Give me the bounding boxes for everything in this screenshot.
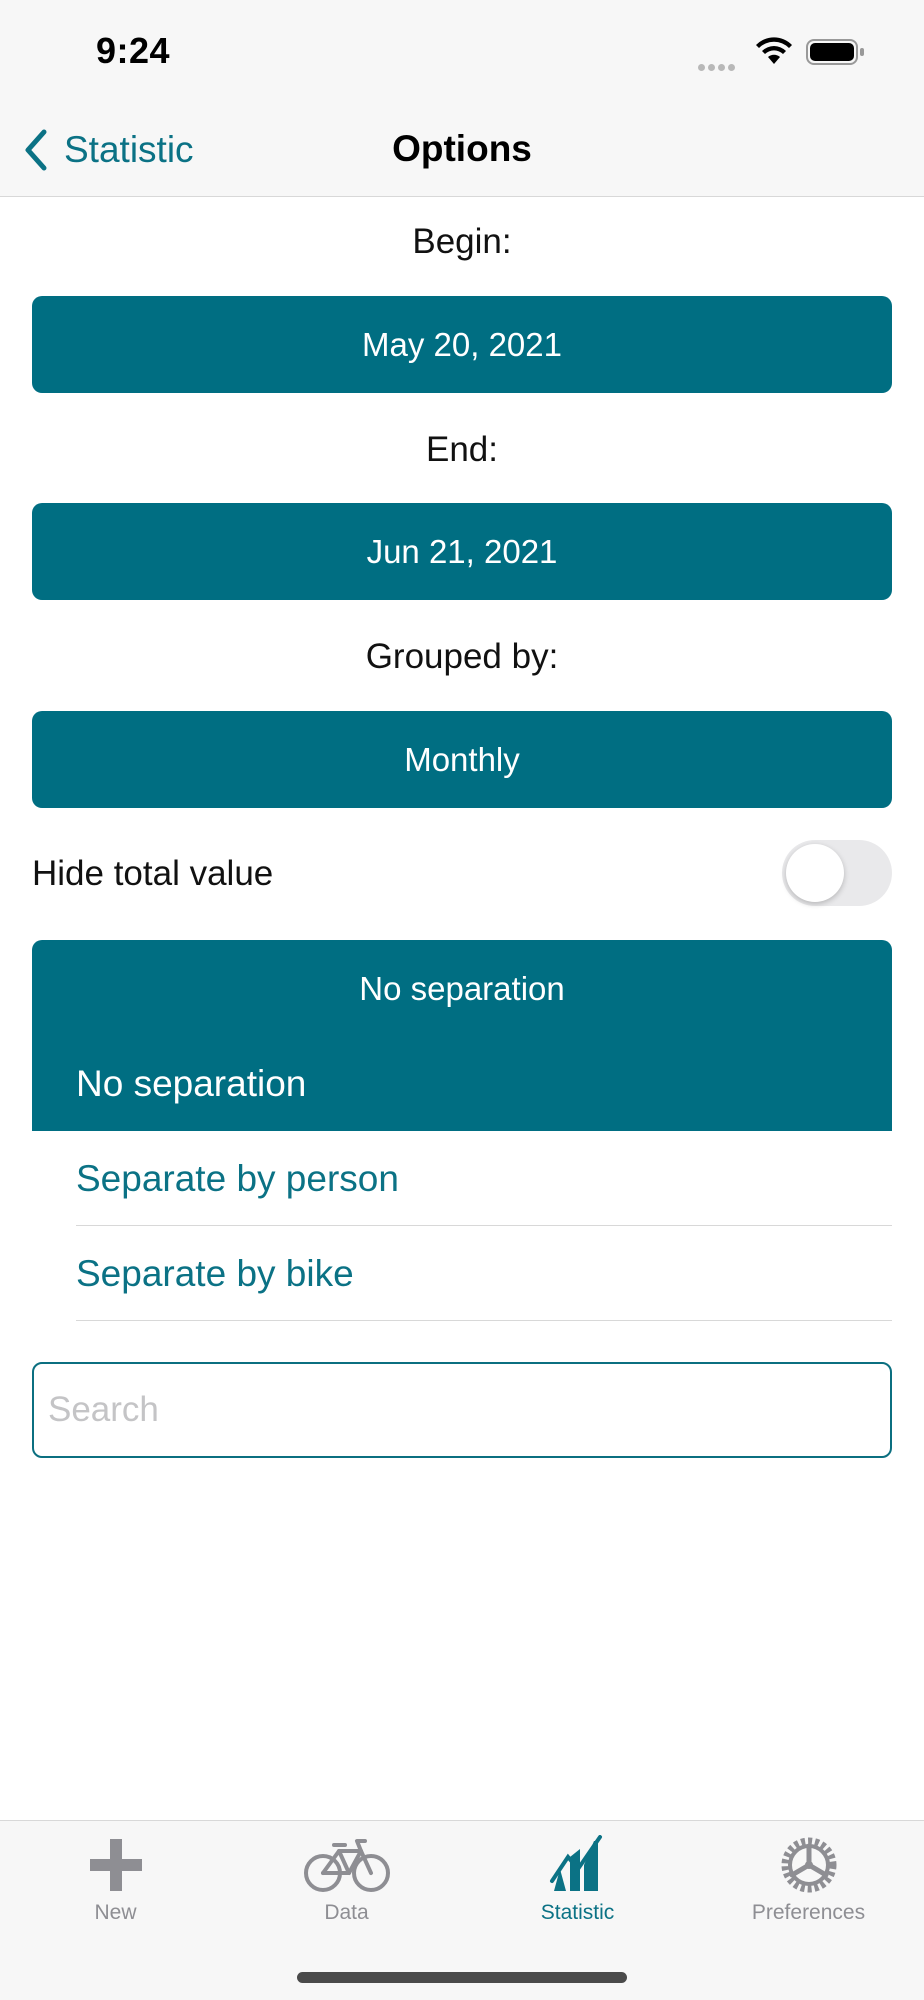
bike-icon bbox=[303, 1839, 390, 1892]
battery-icon bbox=[806, 39, 864, 65]
tab-preferences[interactable]: Preferences bbox=[693, 1835, 924, 1945]
tab-new[interactable]: New bbox=[0, 1835, 231, 1945]
wifi-icon bbox=[756, 37, 792, 64]
end-date-button[interactable]: Jun 21, 2021 bbox=[32, 503, 892, 600]
separation-options-list: No separation Separate by person Separat… bbox=[32, 1036, 892, 1321]
tab-label: Statistic bbox=[540, 1901, 615, 1924]
status-bar: 9:24 bbox=[0, 0, 924, 100]
grouped-by-button[interactable]: Monthly bbox=[32, 711, 892, 808]
option-separate-by-bike[interactable]: Separate by bike bbox=[32, 1226, 892, 1321]
tab-label: New bbox=[94, 1901, 137, 1924]
cellular-signal-icon bbox=[698, 58, 742, 71]
option-label: Separate by bike bbox=[76, 1252, 354, 1294]
chart-icon bbox=[549, 1835, 602, 1891]
option-separate-by-person[interactable]: Separate by person bbox=[32, 1131, 892, 1226]
status-time: 9:24 bbox=[96, 30, 171, 71]
hide-total-toggle[interactable] bbox=[782, 840, 892, 906]
separation-dropdown-button[interactable]: No separation bbox=[32, 940, 892, 1037]
home-indicator bbox=[297, 1972, 627, 1983]
navigation-bar: Statistic Options bbox=[0, 100, 924, 197]
begin-label: Begin: bbox=[412, 222, 512, 261]
tab-label: Data bbox=[324, 1901, 369, 1924]
grouped-by-label: Grouped by: bbox=[365, 637, 559, 676]
hide-total-row: Hide total value bbox=[32, 836, 892, 912]
tab-statistic[interactable]: Statistic bbox=[462, 1835, 693, 1945]
search-input[interactable] bbox=[32, 1362, 892, 1458]
option-label: Separate by person bbox=[76, 1157, 399, 1199]
toggle-knob bbox=[786, 844, 844, 902]
tab-data[interactable]: Data bbox=[231, 1835, 462, 1945]
tab-label: Preferences bbox=[751, 1901, 866, 1924]
option-label: No separation bbox=[76, 1062, 307, 1104]
hide-total-label: Hide total value bbox=[32, 854, 274, 893]
begin-date-button[interactable]: May 20, 2021 bbox=[32, 296, 892, 393]
page-title: Options bbox=[392, 128, 532, 169]
option-no-separation[interactable]: No separation bbox=[32, 1036, 892, 1131]
plus-icon bbox=[89, 1839, 142, 1891]
divider bbox=[76, 1320, 892, 1321]
gear-icon bbox=[781, 1837, 836, 1893]
end-label: End: bbox=[426, 430, 498, 469]
